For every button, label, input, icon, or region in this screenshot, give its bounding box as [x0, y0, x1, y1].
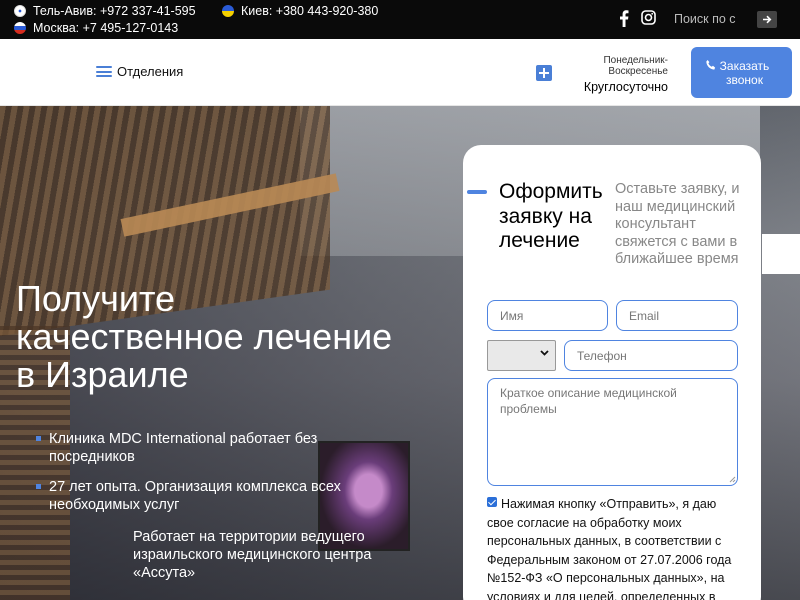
- hero-bullet-item: Клиника MDC International работает без п…: [36, 430, 359, 466]
- hero-side-strip: [762, 234, 800, 274]
- working-mode: Круглосуточно: [583, 80, 668, 94]
- contact-kiev[interactable]: Киев: +380 443-920-380: [222, 4, 378, 18]
- email-field[interactable]: Email: [616, 300, 738, 331]
- top-contact-bar: Тель-Авив: +972 337-41-595 Киев: +380 44…: [0, 0, 800, 39]
- hero-bullet-text: 27 лет опыта. Организация комплекса всех…: [49, 479, 341, 513]
- request-call-button[interactable]: Заказать звонок: [691, 47, 792, 98]
- hero-title: Получите качественное лечение в Израиле: [16, 278, 393, 395]
- ukraine-flag-icon: [222, 5, 234, 17]
- israel-flag-icon: [14, 5, 26, 17]
- problem-description-field[interactable]: Краткое описание медицинской проблемы: [487, 378, 738, 486]
- departments-menu-label: Отделения: [117, 64, 184, 79]
- contact-moscow-text: Москва: +7 495-127-0143: [33, 21, 179, 35]
- name-field[interactable]: Имя: [487, 300, 608, 331]
- working-hours: Понедельник-Воскресенье Круглосуточно: [568, 55, 668, 94]
- hero-bullet-item: 27 лет опыта. Организация комплекса всех…: [36, 478, 349, 514]
- hero-bullet-text: Клиника MDC International работает без п…: [49, 431, 318, 465]
- phone-field[interactable]: Телефон: [564, 340, 738, 371]
- hero-bullet-text: Работает на территории ведущего израильс…: [133, 529, 372, 581]
- departments-menu-button[interactable]: Отделения: [96, 64, 183, 79]
- search-submit-button[interactable]: [757, 11, 777, 28]
- hamburger-icon: [96, 66, 112, 77]
- chevron-down-icon: [540, 350, 549, 356]
- country-code-select[interactable]: [487, 340, 556, 371]
- contact-tel-aviv-text: Тель-Авив: +972 337-41-595: [33, 4, 196, 18]
- instagram-icon[interactable]: [641, 10, 656, 25]
- facebook-icon[interactable]: [619, 10, 629, 27]
- phone-icon: [706, 60, 716, 70]
- form-title-accent: [467, 190, 487, 194]
- bullet-marker-icon: [36, 484, 41, 489]
- russia-flag-icon: [14, 22, 26, 34]
- contact-kiev-text: Киев: +380 443-920-380: [241, 4, 379, 18]
- medical-cross-icon: [536, 65, 552, 81]
- consent-text: Нажимая кнопку «Отправить», я даю свое с…: [487, 497, 732, 600]
- form-subtitle: Оставьте заявку, и наш медицинский консу…: [615, 181, 740, 267]
- contact-tel-aviv[interactable]: Тель-Авив: +972 337-41-595: [14, 4, 196, 18]
- resize-handle-icon[interactable]: [729, 476, 736, 483]
- arrow-right-icon: [763, 15, 772, 24]
- working-days: Понедельник-Воскресенье: [603, 55, 668, 77]
- contact-moscow[interactable]: Москва: +7 495-127-0143: [14, 21, 178, 35]
- site-header: Отделения Понедельник-Воскресенье Кругло…: [0, 39, 800, 106]
- hero-bullet-item: Работает на территории ведущего израильс…: [133, 528, 423, 582]
- form-title: Оформить заявку на лечение: [499, 180, 603, 252]
- request-call-label: Заказать звонок: [719, 58, 770, 87]
- search-input[interactable]: Поиск по с: [674, 12, 736, 26]
- bullet-marker-icon: [36, 436, 41, 441]
